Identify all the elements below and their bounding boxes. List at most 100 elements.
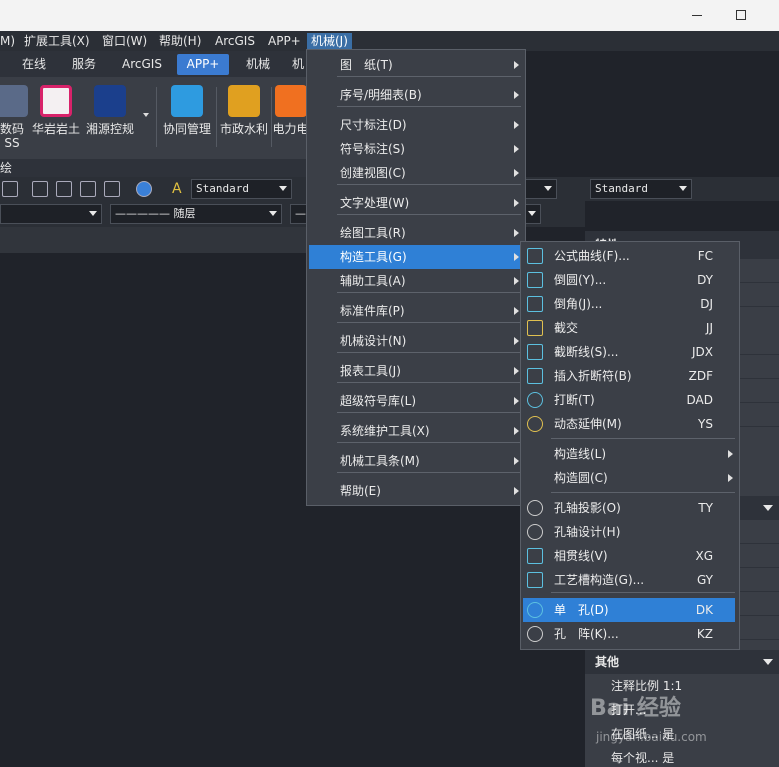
submenu-item[interactable]: 插入折断符(B) ZDF (523, 364, 735, 388)
shortcut-label: JDX (692, 345, 713, 359)
shortcut-label: DJ (700, 297, 713, 311)
submenu-item[interactable]: 构造圆(C) (523, 466, 735, 490)
text-style-select[interactable]: Standard (191, 179, 292, 199)
main-menu-item[interactable]: 超级符号库(L) (309, 389, 523, 413)
ribbon-panel: 数码 SS 华岩岩土 湘源控规 协同管理 市政水利 电力电 (0, 77, 309, 159)
ribbon-button-huayan[interactable]: 华岩岩土 (30, 85, 82, 157)
menu-separator (551, 492, 735, 493)
drawing-tabs-strip (0, 227, 309, 253)
each-view-row: 每个视... 是 (611, 751, 675, 765)
ribbon-dropdown-icon[interactable] (143, 113, 149, 117)
main-menu-item[interactable]: 机械设计(N) (309, 329, 523, 353)
match-icon[interactable] (2, 181, 18, 197)
chevron-right-icon (514, 337, 519, 345)
tab-app-plus[interactable]: APP+ (177, 54, 229, 75)
chevron-right-icon (514, 253, 519, 261)
main-menu-item[interactable]: 帮助(E) (309, 479, 523, 503)
tab-service[interactable]: 服务 (64, 54, 104, 75)
chevron-down-icon (269, 211, 277, 216)
submenu-item[interactable]: 孔轴投影(O) TY (523, 496, 735, 520)
main-menu-item[interactable]: 尺寸标注(D) (309, 113, 523, 137)
chevron-right-icon (514, 307, 519, 315)
layer-toolbar: ————— 随层 —— (0, 201, 317, 227)
main-menu-item[interactable]: 辅助工具(A) (309, 269, 523, 293)
submenu-item[interactable]: 打断(T) DAD (523, 388, 735, 412)
main-menu-item[interactable]: 标准件库(P) (309, 299, 523, 323)
menu-item-extend-tools[interactable]: 扩展工具(X) (20, 33, 94, 50)
main-menu-item[interactable]: 系统维护工具(X) (309, 419, 523, 443)
break-line-icon (527, 344, 543, 360)
submenu-item[interactable]: 孔轴设计(H) (523, 520, 735, 544)
main-menu-item[interactable]: 构造工具(G) (309, 245, 523, 269)
chevron-down-icon (279, 186, 287, 191)
menu-item-arcgis[interactable]: ArcGIS (211, 33, 259, 50)
submenu-item[interactable]: 孔 阵(K)... KZ (523, 622, 735, 646)
submenu-item[interactable]: 构造线(L) (523, 442, 735, 466)
table-icon[interactable] (56, 181, 72, 197)
submenu-item[interactable]: 公式曲线(F)... FC (523, 244, 735, 268)
linetype-select[interactable]: ————— 随层 (110, 204, 282, 224)
intersection-line-icon (527, 548, 543, 564)
main-menu-item[interactable]: 图 纸(T) (309, 53, 523, 77)
fillet-icon (527, 272, 543, 288)
chevron-right-icon (514, 427, 519, 435)
chevron-right-icon (514, 61, 519, 69)
ribbon-button-collab[interactable]: 协同管理 (160, 85, 214, 157)
shortcut-label: XG (695, 549, 713, 563)
calculator-icon[interactable] (32, 181, 48, 197)
groove-icon (527, 572, 543, 588)
ribbon-button-power[interactable]: 电力电 (272, 85, 309, 157)
menu-item-window[interactable]: 窗口(W) (98, 33, 151, 50)
tab-partial[interactable]: 机 (288, 54, 308, 75)
menu-item-partial[interactable]: M) (0, 33, 19, 50)
submenu-item[interactable]: 工艺槽构造(G)... GY (523, 568, 735, 592)
chevron-right-icon (514, 367, 519, 375)
break-icon (527, 392, 543, 408)
main-menu-item[interactable]: 绘图工具(R) (309, 221, 523, 245)
shape-icon[interactable] (104, 181, 120, 197)
digital-app-icon (0, 85, 28, 117)
maximize-button[interactable] (720, 4, 764, 26)
chevron-right-icon (514, 277, 519, 285)
main-menu-item[interactable]: 文字处理(W) (309, 191, 523, 215)
main-menu-item[interactable]: 符号标注(S) (309, 137, 523, 161)
chevron-right-icon (514, 91, 519, 99)
table-style-select[interactable]: Standard (590, 179, 692, 199)
ribbon-button-xiangyuan[interactable]: 湘源控规 (84, 85, 136, 157)
tab-mechanical[interactable]: 机械 (238, 54, 278, 75)
chevron-down-icon (763, 505, 773, 511)
main-menu-item[interactable]: 机械工具条(M) (309, 449, 523, 473)
color-select[interactable] (0, 204, 102, 224)
submenu-item[interactable]: 截交 JJ (523, 316, 735, 340)
ribbon-button-digital[interactable]: 数码 SS (0, 85, 30, 157)
menu-item-mechanical[interactable]: 机械(J) (307, 33, 352, 50)
main-menu-item[interactable]: 序号/明细表(B) (309, 83, 523, 107)
construction-tools-submenu: 公式曲线(F)... FC 倒圆(Y)... DY 倒角(J)... DJ 截交 JJ 截断线(… (520, 241, 740, 650)
main-menu-item[interactable]: 报表工具(J) (309, 359, 523, 383)
help-icon[interactable] (136, 181, 152, 197)
shortcut-label: ZDF (688, 369, 713, 383)
chevron-right-icon (728, 450, 733, 458)
document-icon[interactable] (80, 181, 96, 197)
menu-item-help[interactable]: 帮助(H) (155, 33, 205, 50)
submenu-item[interactable]: 单 孔(D) DK (523, 598, 735, 622)
tab-arcgis[interactable]: ArcGIS (116, 54, 168, 75)
menu-item-app-plus[interactable]: APP+ (264, 33, 305, 50)
submenu-item[interactable]: 相贯线(V) XG (523, 544, 735, 568)
main-menu-item[interactable]: 创建视图(C) (309, 161, 523, 185)
submenu-item[interactable]: 倒角(J)... DJ (523, 292, 735, 316)
power-app-icon (274, 85, 307, 117)
minimize-button[interactable] (676, 4, 720, 26)
shortcut-label: GY (696, 573, 713, 587)
property-group-other[interactable]: 其他 (585, 650, 779, 674)
ribbon-tabs: 在线 服务 ArcGIS APP+ 机械 机 (0, 51, 309, 77)
shortcut-label: DK (695, 603, 713, 617)
ribbon-button-municipal[interactable]: 市政水利 (218, 85, 270, 157)
tab-online[interactable]: 在线 (14, 54, 54, 75)
chevron-right-icon (514, 229, 519, 237)
submenu-item[interactable]: 倒圆(Y)... DY (523, 268, 735, 292)
hole-shaft-projection-icon (527, 500, 543, 516)
submenu-item[interactable]: 动态延伸(M) YS (523, 412, 735, 436)
submenu-item[interactable]: 截断线(S)... JDX (523, 340, 735, 364)
break-symbol-icon (527, 368, 543, 384)
